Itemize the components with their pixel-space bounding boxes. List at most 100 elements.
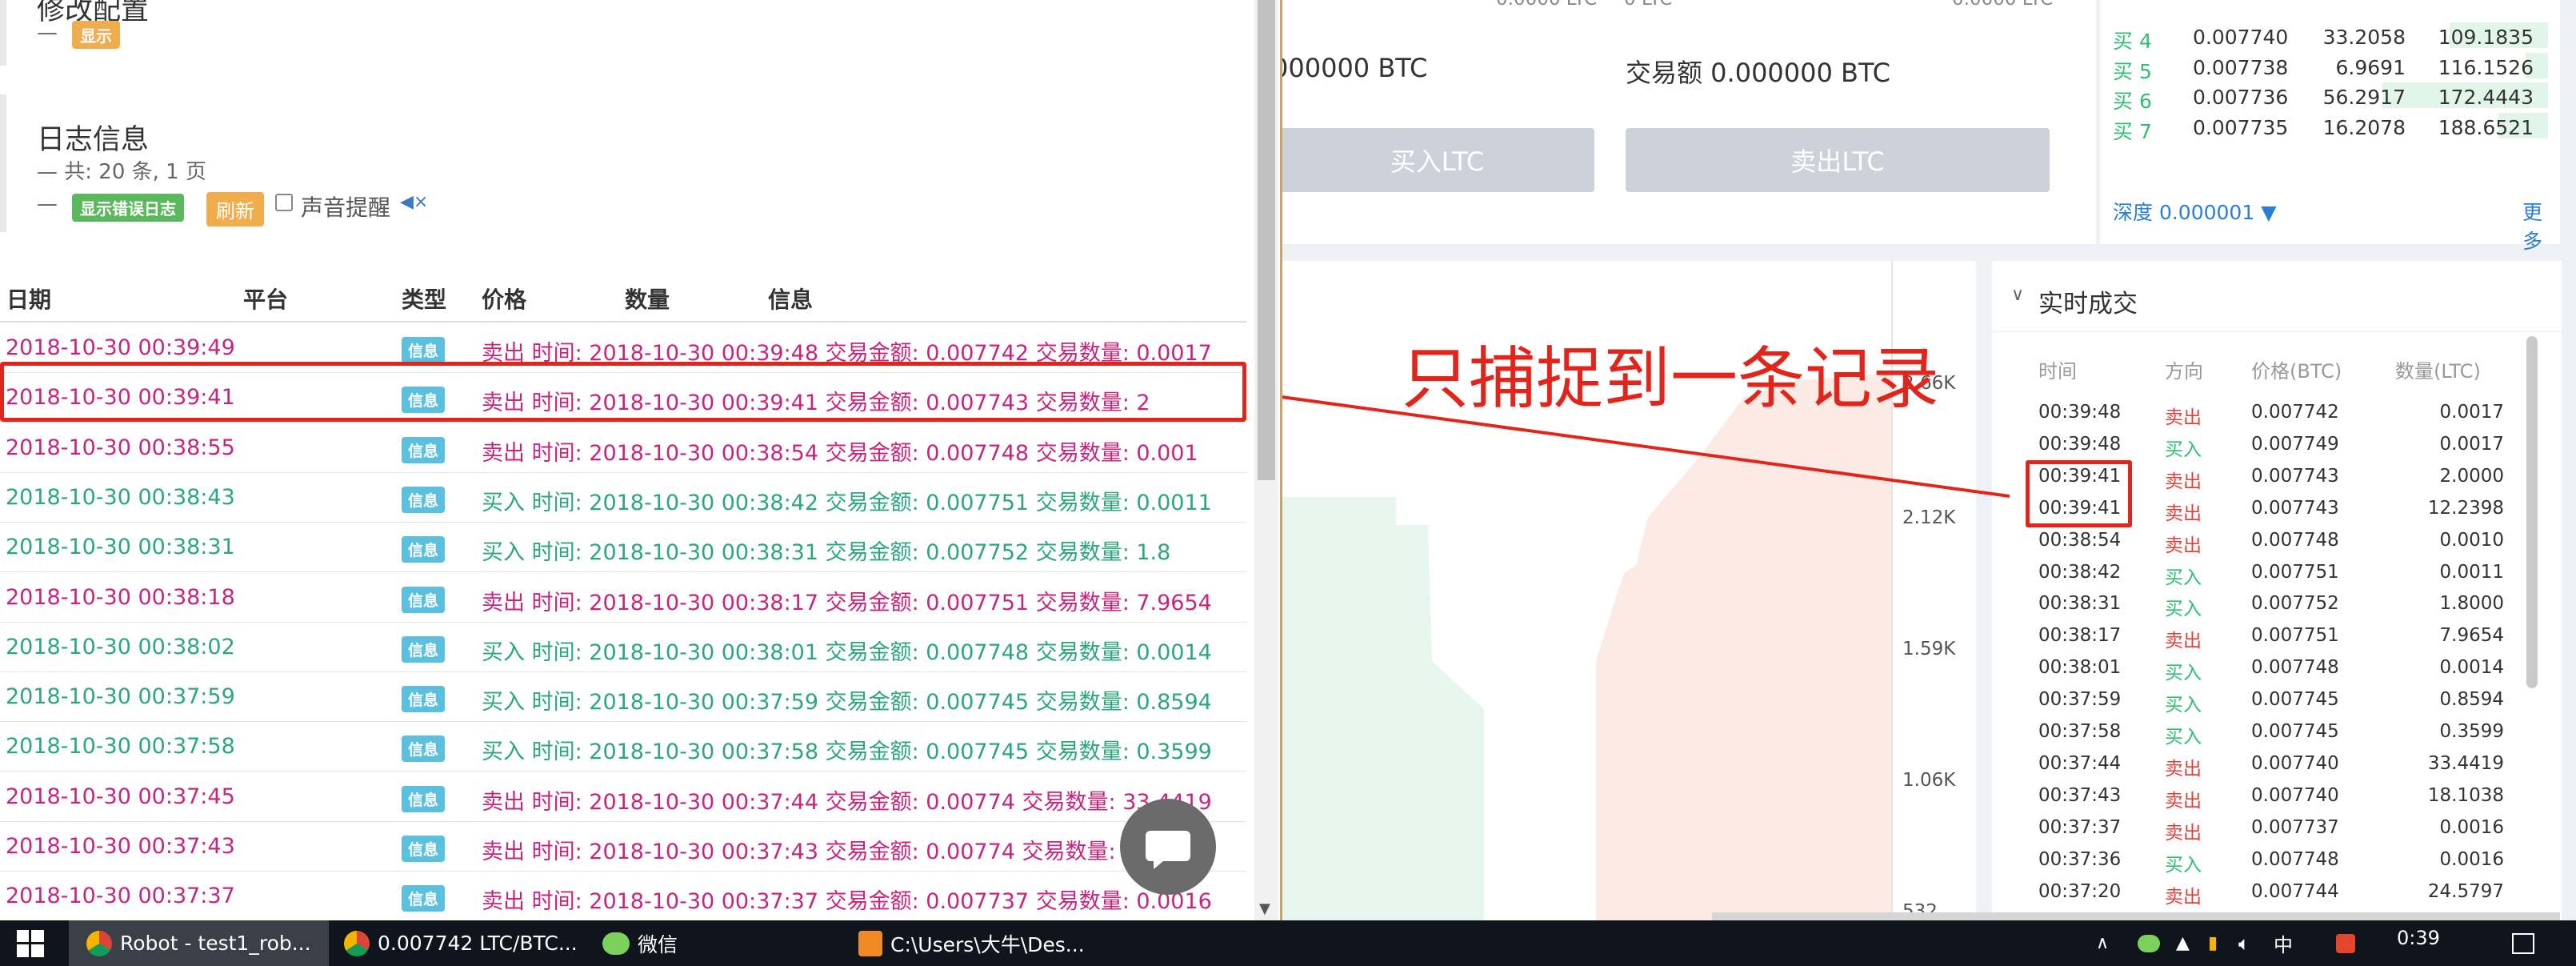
horizontal-scrollbar[interactable] [1712, 912, 2560, 920]
trade-price: 0.007740 [2251, 784, 2339, 806]
chevron-down-icon[interactable]: ∨ [2011, 285, 2024, 305]
sound-alert-checkbox[interactable] [275, 194, 293, 211]
type-badge: 信息 [402, 536, 446, 563]
log-row: 2018-10-30 00:37:45 信息 卖出 时间: 2018-10-30 0… [0, 772, 1246, 822]
log-date: 2018-10-30 00:37:37 [6, 884, 235, 909]
trade-side: 买入 [2165, 599, 2202, 620]
log-message: 买入 时间: 2018-10-30 00:38:01 交易金额: 0.00774… [482, 639, 1212, 665]
log-message: 卖出 时间: 2018-10-30 00:38:17 交易金额: 0.00775… [482, 590, 1212, 615]
header-date: 日期 [6, 287, 52, 313]
log-date: 2018-10-30 00:38:43 [6, 484, 235, 510]
log-message: 卖出 时间: 2018-10-30 00:37:43 交易金额: 0.00774… [482, 840, 1212, 864]
log-row: 2018-10-30 00:37:43 信息 卖出 时间: 2018-10-30 0… [0, 821, 1246, 872]
taskbar-item-folder[interactable]: C:\Users\大牛\Des... [852, 920, 1108, 966]
trade-row: 00:37:59 买入 0.007745 0.8594 [1992, 684, 2536, 716]
tray-volume-icon[interactable]: 🔈︎ [2238, 920, 2250, 966]
log-row: 2018-10-30 00:37:59 信息 买入 时间: 2018-10-30 0… [0, 671, 1246, 723]
log-message: 买入 时间: 2018-10-30 00:38:31 交易金额: 0.00775… [482, 540, 1171, 566]
tray-chevron-icon[interactable]: ∧ [2096, 920, 2109, 966]
rt-header-side: 方向 [2165, 360, 2203, 383]
header-info: 信息 [768, 287, 814, 313]
depth-selector[interactable]: 深度 0.000001 ▼ [2113, 197, 2276, 226]
start-button[interactable] [0, 920, 60, 966]
tray-wechat-icon[interactable] [2138, 920, 2160, 966]
log-row: 2018-10-30 00:38:18 信息 卖出 时间: 2018-10-30 0… [0, 572, 1246, 623]
chat-float-button[interactable] [1120, 799, 1216, 895]
trade-row: 00:37:43 卖出 0.007740 18.1038 [1992, 780, 2536, 812]
trade-time: 00:37:44 [2038, 752, 2122, 774]
trade-price: 0.007751 [2251, 561, 2339, 583]
taskbar-item-exchange[interactable]: 0.007742 LTC/BTC... [338, 920, 594, 966]
trade-time: 00:38:31 [2038, 593, 2122, 615]
controls-dash: — [37, 192, 58, 216]
buy-ltc-button[interactable]: 买入LTC [1280, 128, 1594, 192]
trade-side: 卖出 [2165, 758, 2202, 780]
chrome-icon [344, 930, 370, 956]
show-error-log-button[interactable]: 显示错误日志 [72, 194, 184, 222]
clock: 0:39 [2397, 927, 2440, 949]
rt-header-time: 时间 [2038, 360, 2077, 383]
trade-time: 00:39:48 [2038, 433, 2122, 455]
taskbar-item-wechat[interactable]: 微信 [596, 920, 836, 966]
highlight-box-realtime [2026, 460, 2132, 527]
trade-row: 00:38:31 买入 0.007752 1.8000 [1992, 588, 2536, 620]
trade-time: 00:37:36 [2038, 848, 2122, 870]
trade-price: 0.007743 [2251, 497, 2339, 519]
tray-sogou-icon[interactable] [2336, 920, 2355, 966]
trade-time: 00:37:59 [2038, 689, 2122, 711]
trade-row: 00:39:48 买入 0.007749 0.0017 [1992, 429, 2536, 461]
trade-side: 卖出 [2165, 535, 2202, 556]
trade-form-panel: 0.0000 LTC 0 LTC 0.0000 LTC 000000 BTC 交… [1272, 0, 2096, 244]
taskbar-item-robot[interactable]: Robot - test1_rob... [69, 920, 329, 966]
log-row: 2018-10-30 00:37:58 信息 买入 时间: 2018-10-30 0… [0, 721, 1246, 772]
trade-row: 00:37:20 卖出 0.007744 24.5797 [1992, 876, 2536, 908]
tray-network-icon[interactable]: ▲ [2176, 920, 2190, 966]
realtime-title: 实时成交 [2038, 290, 2138, 319]
log-message: 买入 时间: 2018-10-30 00:38:42 交易金额: 0.00775… [482, 490, 1212, 515]
trade-side: 卖出 [2165, 822, 2202, 844]
trade-amount-right: 交易额 0.000000 BTC [1626, 58, 1891, 88]
taskbar-item-label: 0.007742 LTC/BTC... [378, 932, 578, 955]
rt-header-price: 价格(BTC) [2251, 360, 2342, 383]
trade-row: 00:38:42 买入 0.007751 0.0011 [1992, 557, 2536, 589]
tray-usb-icon[interactable]: ▮ [2208, 920, 2218, 966]
log-info-section: 日志信息 — 共: 20 条, 1 页 — 显示错误日志 刷新 声音提醒 ◀× [0, 94, 1262, 232]
show-badge[interactable]: 显示 [72, 21, 120, 49]
log-date: 2018-10-30 00:38:18 [6, 584, 235, 610]
windows-logo-icon [16, 929, 44, 957]
type-badge: 信息 [402, 686, 446, 713]
chevron-down-icon: ▼ [2261, 201, 2277, 224]
log-date: 2018-10-30 00:37:58 [6, 734, 235, 760]
order-book-row[interactable]: 买 7 0.007735 16.2078 188.6521 [2100, 110, 2548, 145]
ask-depth-area [1596, 373, 1892, 920]
trade-qty: 24.5797 [2427, 880, 2504, 902]
notification-icon[interactable] [2512, 920, 2534, 966]
trade-side: 买入 [2165, 854, 2202, 876]
log-date: 2018-10-30 00:38:55 [6, 435, 235, 460]
trade-side: 卖出 [2165, 790, 2202, 812]
trade-row: 00:38:01 买入 0.007748 0.0014 [1992, 652, 2536, 684]
refresh-button[interactable]: 刷新 [206, 192, 264, 226]
log-date: 2018-10-30 00:37:43 [6, 834, 235, 859]
trade-side: 买入 [2165, 727, 2202, 748]
log-message: 卖出 时间: 2018-10-30 00:37:44 交易金额: 0.00774… [482, 789, 1212, 815]
trade-side: 买入 [2165, 663, 2202, 684]
log-info-title: 日志信息 [37, 124, 150, 156]
trade-qty: 0.3599 [2439, 721, 2504, 742]
more-link[interactable]: 更多 [2522, 197, 2560, 255]
header-platform: 平台 [243, 287, 289, 313]
sell-ltc-button[interactable]: 卖出LTC [1626, 128, 2050, 192]
realtime-scrollbar[interactable] [2526, 336, 2538, 688]
trade-time: 00:37:37 [2038, 816, 2122, 838]
trade-side: 买入 [2165, 439, 2202, 460]
log-scrollbar[interactable]: ▼ [1254, 0, 1278, 928]
log-scrollbar-thumb[interactable] [1258, 0, 1275, 480]
scroll-down-icon[interactable]: ▼ [1259, 900, 1270, 917]
header-type: 类型 [402, 287, 447, 313]
trade-qty: 0.0017 [2439, 402, 2504, 423]
trade-amount-left: 000000 BTC [1272, 53, 1428, 83]
tray-ime-label[interactable]: 中 [2274, 920, 2293, 966]
trade-price: 0.007748 [2251, 529, 2339, 551]
type-badge: 信息 [402, 436, 446, 463]
speaker-icon[interactable]: ◀× [400, 192, 428, 212]
